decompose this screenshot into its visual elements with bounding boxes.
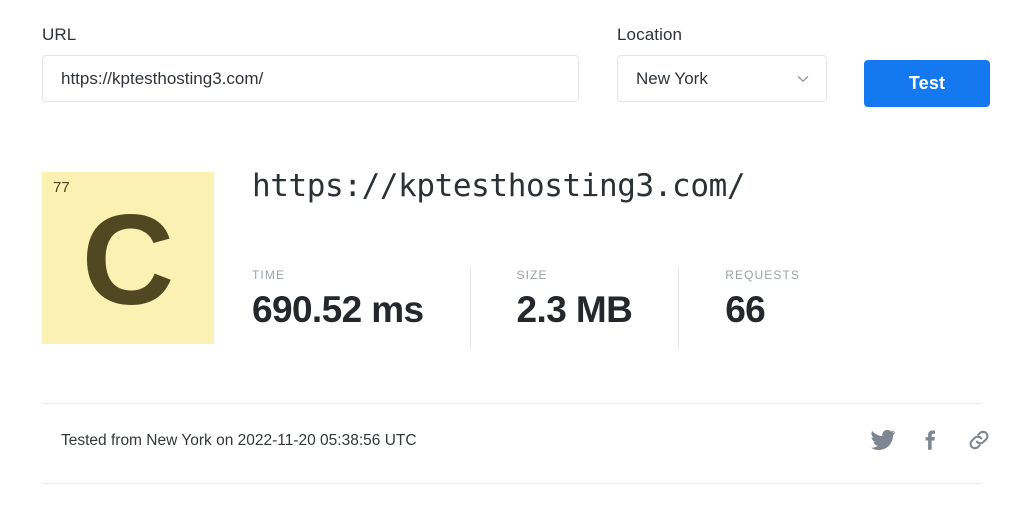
divider-top (42, 403, 982, 404)
metric-size: SIZE 2.3 MB (469, 268, 679, 348)
location-field-group: Location New York (617, 25, 827, 102)
location-select[interactable]: New York (617, 55, 827, 102)
metric-label: TIME (252, 268, 286, 282)
grade-badge: 77 C (42, 172, 214, 344)
url-label: URL (42, 25, 77, 44)
metric-value: 690.52 ms (252, 289, 424, 330)
metrics-row: TIME 690.52 ms SIZE 2.3 MB REQUESTS 66 (252, 268, 846, 348)
divider-bottom (42, 483, 982, 484)
url-input[interactable] (42, 55, 579, 102)
test-button[interactable]: Test (864, 60, 990, 107)
link-icon[interactable] (966, 427, 992, 453)
page-root: URL https://example.com/ Location New Yo… (0, 0, 1024, 517)
metric-value: 66 (725, 289, 766, 330)
grade-letter: C (81, 189, 175, 332)
test-form: URL https://example.com/ Location New Yo… (0, 0, 1024, 140)
location-selected-value: New York (636, 68, 708, 88)
metric-requests: REQUESTS 66 (678, 268, 846, 348)
metric-time: TIME 690.52 ms (252, 268, 470, 348)
tested-from-text: Tested from New York on 2022-11-20 05:38… (61, 432, 417, 449)
metric-value: 2.3 MB (516, 289, 633, 330)
metric-label: SIZE (516, 268, 548, 282)
social-share-group (870, 427, 992, 453)
facebook-icon[interactable] (918, 427, 944, 453)
url-field-group: URL https://example.com/ (42, 25, 579, 102)
result-url: https://kptesthosting3.com/ (252, 168, 746, 204)
location-label: Location (617, 25, 683, 44)
twitter-icon[interactable] (870, 427, 896, 453)
chevron-down-icon (794, 70, 812, 88)
metric-label: REQUESTS (725, 268, 801, 282)
